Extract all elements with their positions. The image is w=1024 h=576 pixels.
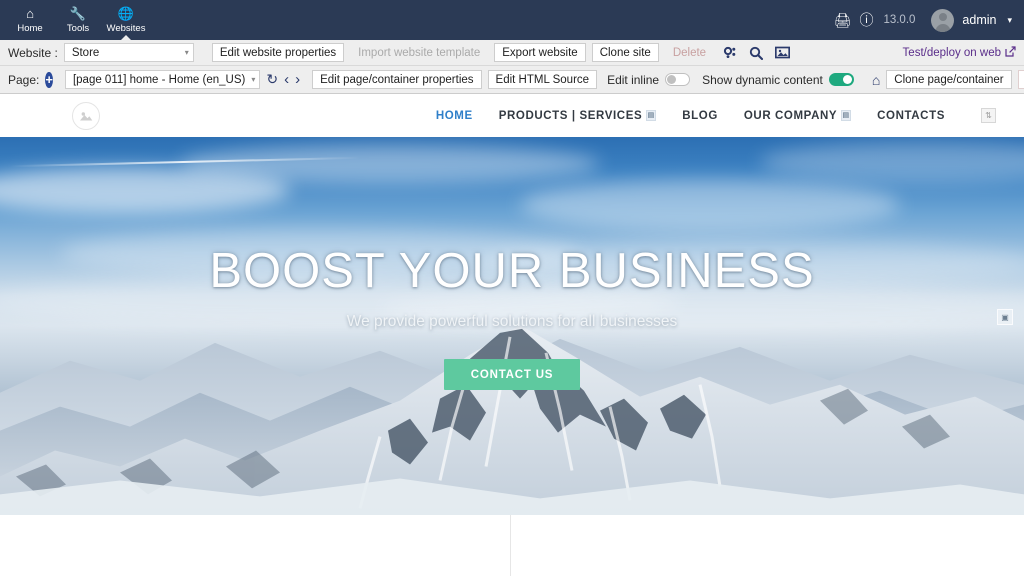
next-page-icon[interactable]: › (295, 70, 300, 90)
search-icon-svg (749, 46, 764, 60)
website-toolbar: Website : Store ▾ Edit website propertie… (0, 40, 1024, 66)
external-link-icon (1005, 45, 1016, 60)
below-hero-section: ▲ (0, 515, 1024, 576)
delete-page-button[interactable]: Delete (1017, 70, 1024, 89)
edit-inline-toggle[interactable]: Edit inline (607, 72, 691, 87)
top-app-bar: ⌂ Home 🔧 Tools 🌐 Websites 🖨 ⓘ 13.0.0 adm… (0, 0, 1024, 40)
add-page-button[interactable]: + (45, 71, 53, 88)
avatar[interactable] (931, 8, 955, 32)
home-icon: ⌂ (26, 6, 34, 21)
edit-page-properties-button[interactable]: Edit page/container properties (312, 70, 482, 89)
globe-icon: 🌐 (117, 6, 135, 21)
page-select[interactable]: [page 011] home - Home (en_US) ▾ (64, 70, 261, 89)
site-header: HOME PRODUCTS | SERVICES ▤ BLOG OUR COMP… (0, 94, 1024, 137)
show-dynamic-content-label: Show dynamic content (702, 72, 823, 87)
image-placeholder-icon-svg (80, 111, 93, 120)
app-nav-tools[interactable]: 🔧 Tools (54, 0, 102, 40)
wrench-icon: 🔧 (69, 6, 87, 21)
site-nav-item-products-services-label: PRODUCTS | SERVICES (498, 109, 643, 122)
app-nav-websites[interactable]: 🌐 Websites (102, 0, 150, 40)
search-icon[interactable] (746, 43, 766, 63)
external-link-icon-svg (1005, 45, 1016, 57)
site-nav-item-contacts[interactable]: CONTACTS (877, 110, 945, 122)
app-nav-group: ⌂ Home 🔧 Tools 🌐 Websites (0, 0, 150, 40)
hero-subtitle: We provide powerful solutions for all bu… (346, 313, 678, 330)
edit-inline-label: Edit inline (607, 72, 660, 87)
page-select-value: [page 011] home - Home (en_US) (72, 73, 246, 86)
contact-us-button[interactable]: CONTACT US (444, 359, 580, 390)
edit-inline-switch[interactable] (665, 73, 691, 86)
website-label: Website : (8, 45, 58, 60)
below-hero-left-column (0, 515, 510, 576)
site-logo-placeholder-icon[interactable] (72, 101, 100, 130)
switch-knob (667, 75, 677, 84)
site-nav-item-home[interactable]: HOME (436, 110, 473, 122)
image-icon-svg (774, 46, 790, 59)
chevron-down-icon: ▾ (184, 48, 189, 57)
site-nav-item-blog-label: BLOG (682, 109, 718, 122)
site-nav-item-our-company-label: OUR COMPANY (743, 109, 838, 122)
test-deploy-on-web-link[interactable]: Test/deploy on web (902, 45, 1016, 60)
page-toolbar: Page: + [page 011] home - Home (en_US) ▾… (0, 66, 1024, 94)
hero-dynamic-badge-icon[interactable]: ▣ (997, 309, 1013, 325)
import-website-template-button: Import website template (358, 46, 481, 59)
switch-knob (842, 75, 852, 84)
site-nav-item-contacts-label: CONTACTS (877, 109, 945, 122)
edit-website-properties-button[interactable]: Edit website properties (211, 43, 345, 62)
show-dynamic-content-toggle[interactable]: Show dynamic content (702, 73, 854, 87)
feature-icon: ▲ (751, 568, 785, 576)
previous-page-icon[interactable]: ‹ (284, 70, 289, 90)
site-nav: HOME PRODUCTS | SERVICES ▤ BLOG OUR COMP… (436, 108, 996, 123)
gear-icon-svg (723, 46, 736, 58)
nav-end-badge-icon[interactable]: ⇅ (981, 108, 996, 123)
show-dynamic-content-switch[interactable] (828, 73, 854, 86)
chevron-down-icon: ▾ (251, 75, 256, 84)
username-menu[interactable]: admin (962, 13, 996, 27)
app-nav-home-label: Home (17, 23, 43, 34)
clone-site-button[interactable]: Clone site (591, 43, 659, 62)
delete-website-button: Delete (672, 46, 707, 59)
app-nav-websites-label: Websites (106, 23, 146, 34)
site-nav-item-blog[interactable]: BLOG (682, 110, 718, 122)
site-nav-item-products-services[interactable]: PRODUCTS | SERVICES ▤ (499, 110, 657, 122)
site-nav-item-home-label: HOME (435, 109, 473, 122)
hero-title: BOOST YOUR BUSINESS (209, 244, 815, 298)
image-icon[interactable] (772, 43, 792, 63)
app-nav-tools-label: Tools (66, 23, 90, 34)
chevron-down-icon[interactable]: ▾ (1007, 15, 1012, 26)
version-label: 13.0.0 (883, 14, 916, 26)
hero-content: BOOST YOUR BUSINESS We provide powerful … (0, 247, 1024, 390)
home-page-icon[interactable]: ⌂ (872, 70, 880, 90)
hero-banner: BOOST YOUR BUSINESS We provide powerful … (0, 137, 1024, 515)
app-bar-right-group: 🖨 ⓘ 13.0.0 admin ▾ (834, 0, 1024, 40)
edit-html-source-button[interactable]: Edit HTML Source (487, 70, 598, 89)
dynamic-content-badge-icon: ▤ (646, 110, 657, 121)
below-hero-right-column: ▲ (510, 515, 1024, 576)
help-icon[interactable]: ⓘ (859, 13, 873, 27)
page-label: Page: (8, 72, 40, 87)
dynamic-content-badge-icon: ▤ (841, 110, 852, 121)
website-preview: HOME PRODUCTS | SERVICES ▤ BLOG OUR COMP… (0, 94, 1024, 576)
gear-icon[interactable] (720, 43, 740, 63)
printer-icon[interactable]: 🖨 (834, 13, 852, 27)
website-select-value: Store (71, 46, 100, 59)
deploy-link-label: Test/deploy on web (902, 46, 1001, 59)
export-website-button[interactable]: Export website (494, 43, 586, 62)
app-nav-home[interactable]: ⌂ Home (6, 0, 54, 40)
refresh-icon[interactable]: ↻ (266, 70, 278, 90)
clone-page-container-button[interactable]: Clone page/container (886, 70, 1012, 89)
site-nav-item-our-company[interactable]: OUR COMPANY ▤ (743, 109, 852, 122)
website-select[interactable]: Store ▾ (63, 43, 194, 62)
